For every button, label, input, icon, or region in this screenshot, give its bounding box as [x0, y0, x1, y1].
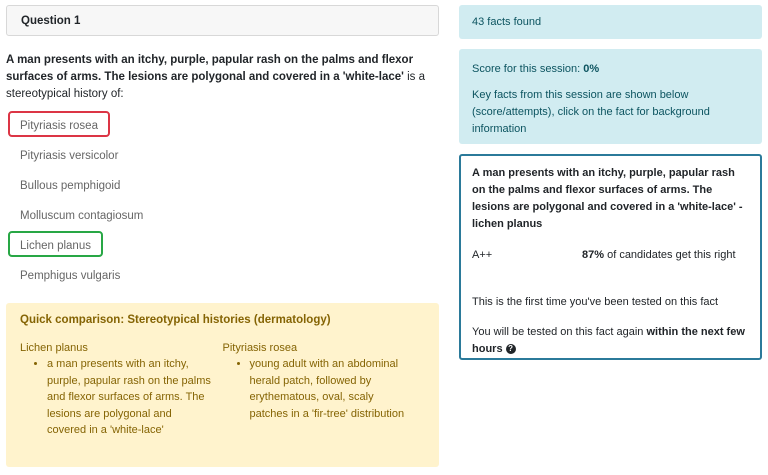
retest-text: You will be tested on this fact again wi… [472, 324, 749, 358]
score-label: Score for this session: [472, 63, 584, 75]
quick-comparison-box: Quick comparison: Stereotypical historie… [6, 303, 439, 467]
key-facts-text: Key facts from this session are shown be… [472, 89, 710, 135]
option-pityriasis-rosea[interactable]: Pityriasis rosea [8, 111, 110, 137]
retest-prefix: You will be tested on this fact again [472, 326, 647, 338]
fact-grade: A++ [472, 249, 493, 261]
question-panel: Question 1 A man presents with an itchy,… [6, 5, 439, 467]
comparison-column-title: Lichen planus [20, 342, 88, 354]
fact-percent-line: 87% of candidates get this right [582, 249, 736, 261]
option-pityriasis-versicolor[interactable]: Pityriasis versicolor [8, 141, 130, 167]
question-header-label: Question 1 [21, 14, 81, 27]
fact-title[interactable]: A man presents with an itchy, purple, pa… [472, 165, 749, 233]
option-molluscum-contagiosum[interactable]: Molluscum contagiosum [8, 201, 155, 227]
answer-options: Pityriasis rosea Pityriasis versicolor B… [6, 109, 439, 289]
session-score-alert: Score for this session: 0% Key facts fro… [459, 49, 762, 144]
question-stem-bold: A man presents with an itchy, purple, pa… [6, 54, 414, 83]
session-sidebar: 43 facts found Score for this session: 0… [459, 5, 762, 360]
option-bullous-pemphigoid[interactable]: Bullous pemphigoid [8, 171, 132, 197]
comparison-column: Pityriasis rosea young adult with an abd… [223, 342, 426, 439]
fact-card[interactable]: A man presents with an itchy, purple, pa… [459, 154, 762, 360]
facts-found-text: 43 facts found [472, 16, 542, 28]
comparison-item: young adult with an abdominal herald pat… [250, 356, 426, 422]
comparison-item: a man presents with an itchy, purple, pa… [47, 356, 223, 439]
score-value: 0% [583, 63, 600, 75]
option-pemphigus-vulgaris[interactable]: Pemphigus vulgaris [8, 261, 132, 287]
fact-percent: 87% [582, 249, 605, 261]
facts-found-alert: 43 facts found [459, 5, 762, 39]
comparison-column: Lichen planus a man presents with an itc… [20, 342, 223, 439]
question-circle-icon[interactable]: ? [505, 344, 516, 355]
question-stem: A man presents with an itchy, purple, pa… [6, 52, 439, 103]
comparison-column-title: Pityriasis rosea [222, 342, 298, 354]
fact-percent-suffix: of candidates get this right [604, 249, 736, 261]
comparison-title: Quick comparison: Stereotypical historie… [20, 314, 331, 326]
option-lichen-planus[interactable]: Lichen planus [8, 231, 103, 257]
first-time-text: This is the first time you've been teste… [472, 296, 719, 308]
question-header: Question 1 [6, 5, 439, 36]
